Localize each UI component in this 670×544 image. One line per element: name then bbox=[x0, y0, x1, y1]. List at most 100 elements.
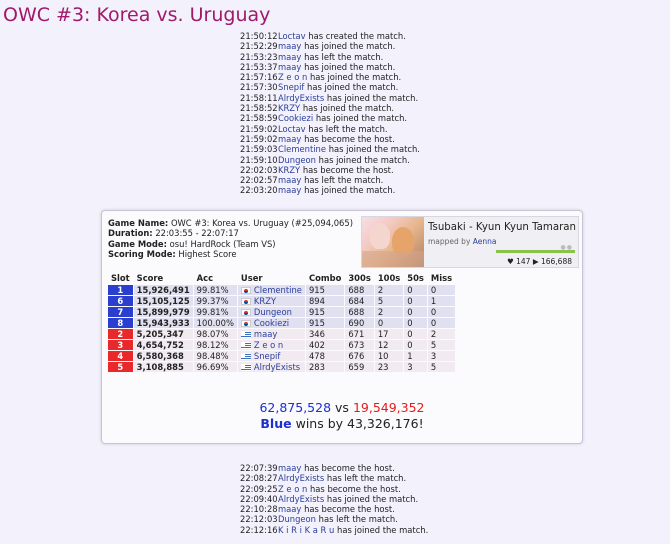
event-action: has joined the match. bbox=[337, 524, 429, 535]
user-cell: maay bbox=[237, 329, 305, 339]
acc-cell: 98.12% bbox=[193, 340, 237, 350]
n100-cell: 10 bbox=[374, 351, 404, 361]
n50-cell: 0 bbox=[404, 340, 427, 350]
event-action: has left the match. bbox=[318, 514, 398, 525]
event-user-link[interactable]: Loctav bbox=[278, 31, 306, 41]
event-action: has become the host. bbox=[302, 164, 394, 175]
beatmap-title[interactable]: Tsubaki - Kyun Kyun Tamaran Inaba bbox=[428, 222, 578, 233]
n50-cell: 3 bbox=[404, 362, 427, 372]
column-header: 100s bbox=[377, 273, 401, 283]
event-time: 21:59:10 bbox=[240, 154, 278, 165]
event-action: has joined the match. bbox=[328, 144, 420, 155]
game-name: OWC #3: Korea vs. Uruguay (#25,094,065) bbox=[170, 218, 353, 228]
korea-flag-icon bbox=[240, 298, 251, 305]
score-cell: 5,205,347 bbox=[133, 329, 193, 339]
event-user-link[interactable]: Snepif bbox=[278, 82, 304, 92]
duration-label: Duration: bbox=[108, 228, 153, 239]
player-link[interactable]: Clementine bbox=[254, 285, 302, 295]
n300-cell: 688 bbox=[345, 285, 374, 295]
column-header: User bbox=[240, 273, 263, 283]
event-row: 22:02:57maay has left the match. bbox=[240, 175, 420, 185]
user-cell: AlrdyExists bbox=[237, 362, 305, 372]
game-name-label: Game Name: bbox=[108, 218, 169, 228]
event-row: 22:09:25Z e o n has become the host. bbox=[240, 484, 428, 494]
event-action: has become the host. bbox=[309, 483, 401, 494]
event-row: 21:58:52KRZY has joined the match. bbox=[240, 103, 420, 113]
score-cell: 15,926,491 bbox=[133, 285, 193, 295]
scoring-mode-label: Scoring Mode: bbox=[108, 249, 176, 260]
n50-cell: 0 bbox=[404, 307, 427, 317]
event-user-link[interactable]: K i R i K a R u bbox=[278, 525, 334, 535]
event-row: 22:08:27AlrdyExists has left the match. bbox=[240, 473, 428, 483]
table-row: 6 15,105,125 99.37% KRZY 894 684 5 0 1 bbox=[108, 296, 456, 306]
n100-cell: 2 bbox=[374, 285, 404, 295]
event-action: has joined the match. bbox=[302, 103, 395, 114]
column-header: Slot bbox=[111, 273, 130, 283]
score-cell: 4,654,752 bbox=[133, 340, 193, 350]
event-row: 21:53:23maay has left the match. bbox=[240, 52, 420, 62]
event-time: 21:57:30 bbox=[240, 82, 278, 93]
event-user-link[interactable]: Dungeon bbox=[278, 514, 316, 524]
win-margin: wins by 43,326,176! bbox=[295, 416, 424, 431]
player-link[interactable]: AlrdyExists bbox=[254, 362, 300, 372]
event-user-link[interactable]: Clementine bbox=[278, 144, 326, 154]
match-summary: 62,875,528 vs 19,549,352 Blue wins by 43… bbox=[102, 400, 582, 432]
beatmap-stats: ♥ 147 ▶ 166,688 bbox=[507, 257, 572, 266]
n300-cell: 676 bbox=[345, 351, 374, 361]
event-user-link[interactable]: maay bbox=[278, 175, 301, 185]
event-user-link[interactable]: maay bbox=[278, 504, 301, 514]
mapper-link[interactable]: Aenna bbox=[473, 237, 497, 246]
event-user-link[interactable]: AlrdyExists bbox=[278, 494, 324, 504]
column-header: Score bbox=[136, 273, 164, 283]
korea-flag-icon bbox=[240, 287, 251, 294]
player-link[interactable]: maay bbox=[254, 329, 277, 339]
n300-cell: 690 bbox=[345, 318, 374, 328]
event-row: 21:59:02Loctav has left the match. bbox=[240, 124, 420, 134]
event-action: has joined the match. bbox=[315, 113, 408, 124]
n100-cell: 0 bbox=[374, 318, 404, 328]
event-user-link[interactable]: Dungeon bbox=[278, 155, 316, 165]
acc-cell: 99.81% bbox=[193, 285, 237, 295]
event-user-link[interactable]: AlrdyExists bbox=[278, 93, 324, 103]
event-user-link[interactable]: maay bbox=[278, 41, 301, 51]
event-user-link[interactable]: Cookiezi bbox=[278, 113, 313, 123]
miss-cell: 0 bbox=[427, 318, 456, 328]
slot-badge: 2 bbox=[108, 329, 133, 339]
event-user-link[interactable]: maay bbox=[278, 62, 301, 72]
event-action: has joined the match. bbox=[326, 493, 419, 504]
event-row: 21:57:16Z e o n has joined the match. bbox=[240, 72, 420, 82]
event-user-link[interactable]: maay bbox=[278, 134, 301, 144]
event-user-link[interactable]: Z e o n bbox=[278, 484, 307, 494]
event-user-link[interactable]: Z e o n bbox=[278, 72, 307, 82]
event-user-link[interactable]: maay bbox=[278, 185, 301, 195]
table-row: 5 3,108,885 96.69% AlrdyExists 283 659 23 3 5 bbox=[108, 362, 456, 372]
column-header: Combo bbox=[308, 273, 342, 283]
event-action: has left the match. bbox=[308, 123, 388, 134]
event-user-link[interactable]: AlrdyExists bbox=[278, 473, 324, 483]
player-link[interactable]: Snepif bbox=[254, 351, 280, 361]
player-link[interactable]: Cookiezi bbox=[254, 318, 289, 328]
uruguay-flag-icon bbox=[240, 331, 251, 338]
event-action: has become the host. bbox=[304, 504, 395, 515]
event-action: has joined the match. bbox=[318, 154, 410, 165]
slot-badge: 1 bbox=[108, 285, 133, 295]
event-time: 21:59:02 bbox=[240, 133, 278, 144]
event-time: 21:59:02 bbox=[240, 123, 278, 134]
event-user-link[interactable]: maay bbox=[278, 52, 301, 62]
beatmap-card[interactable]: Tsubaki - Kyun Kyun Tamaran Inaba mapped… bbox=[361, 216, 579, 268]
n100-cell: 2 bbox=[374, 307, 404, 317]
table-row: 2 5,205,347 98.07% maay 346 671 17 0 2 bbox=[108, 329, 456, 339]
player-link[interactable]: Z e o n bbox=[254, 340, 283, 350]
event-user-link[interactable]: maay bbox=[278, 463, 301, 473]
beatmap-cover-image[interactable] bbox=[362, 217, 424, 267]
player-link[interactable]: KRZY bbox=[254, 296, 276, 306]
event-user-link[interactable]: Loctav bbox=[278, 124, 306, 134]
miss-cell: 1 bbox=[427, 296, 456, 306]
event-user-link[interactable]: KRZY bbox=[278, 165, 300, 175]
player-link[interactable]: Dungeon bbox=[254, 307, 292, 317]
n50-cell: 0 bbox=[404, 318, 427, 328]
acc-cell: 96.69% bbox=[193, 362, 237, 372]
event-user-link[interactable]: KRZY bbox=[278, 103, 300, 113]
n100-cell: 12 bbox=[374, 340, 404, 350]
game-mode: osu! HardRock (Team VS) bbox=[169, 238, 276, 249]
